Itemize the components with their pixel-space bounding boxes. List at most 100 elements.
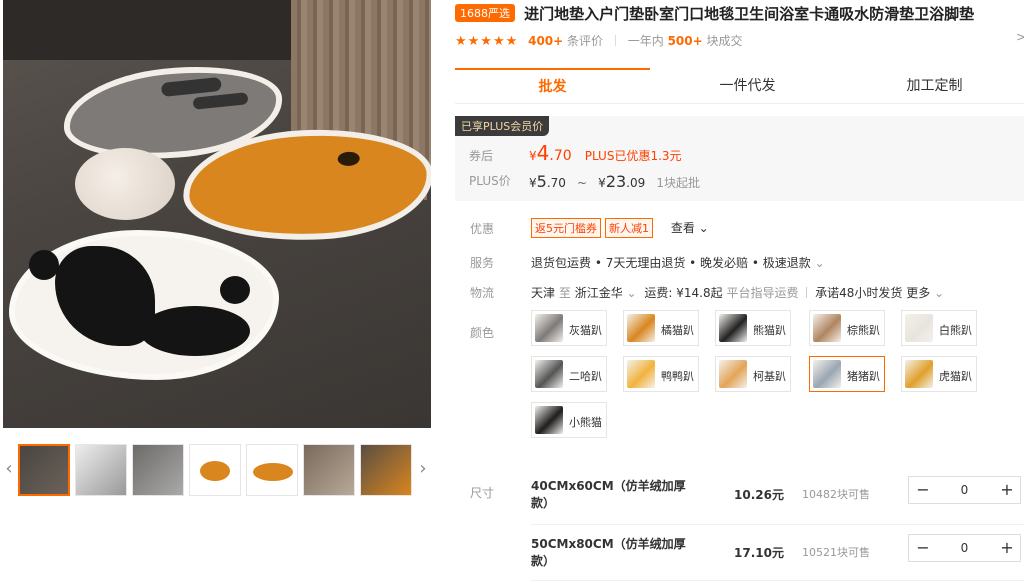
color-option-label: 橘猫趴 xyxy=(661,324,694,337)
plus-price-range: ¥5.70 ~ ¥23.09 1块起批 xyxy=(529,172,700,191)
thumbnail-strip: ‹ › xyxy=(3,444,433,496)
tab-dropship[interactable]: 一件代发 xyxy=(650,68,845,104)
sku-price: 17.10元 xyxy=(734,546,784,560)
freight-note: 平台指导运费 xyxy=(726,286,799,300)
chevron-right-icon[interactable]: › xyxy=(417,458,429,479)
after-coupon-label: 券后 xyxy=(469,149,494,163)
sku-stock: 10521块可售 xyxy=(802,546,870,559)
plus-price-label: PLUS价 xyxy=(469,174,511,188)
color-option-label: 棕熊趴 xyxy=(847,324,880,337)
strict-selection-badge: 1688严选 xyxy=(455,4,515,22)
thumbnail-5[interactable] xyxy=(246,444,298,496)
title-row: 1688严选 进门地垫入户门垫卧室门口地毯卫生间浴室卡通吸水防滑垫卫浴脚垫 xyxy=(455,3,974,23)
sold-label: 块成交 xyxy=(706,34,743,48)
offers-label: 优惠 xyxy=(470,222,495,236)
color-swatch xyxy=(813,360,841,388)
minus-button[interactable]: − xyxy=(909,477,937,503)
logistics-row: 天津 至 浙江金华 ⌄ 运费: ¥14.8起 平台指导运费 承诺48小时发货 更… xyxy=(531,286,945,300)
coupon-threshold[interactable]: 返5元门槛券 xyxy=(531,218,601,238)
more-icon[interactable]: > xyxy=(1016,30,1024,44)
plus-button[interactable]: + xyxy=(993,477,1021,503)
color-option-label: 柯基趴 xyxy=(753,370,786,383)
color-option[interactable]: 白熊趴 xyxy=(901,310,977,346)
quantity-input[interactable]: 0 xyxy=(937,477,992,503)
sku-row: 40CMx60CM（仿羊绒加厚款） 10.26元 10482块可售 − 0 + xyxy=(531,476,1024,530)
sku-stock: 10482块可售 xyxy=(802,488,870,501)
color-option-label: 灰猫趴 xyxy=(569,324,602,337)
thumbnail-7[interactable] xyxy=(360,444,412,496)
freight: 运费: ¥14.8起 xyxy=(644,286,723,300)
slipper xyxy=(75,148,175,220)
tab-custom[interactable]: 加工定制 xyxy=(845,68,1024,104)
color-swatch xyxy=(627,314,655,342)
color-option[interactable]: 猪猪趴 xyxy=(809,356,885,392)
service-row[interactable]: 退货包运费 • 7天无理由退货 • 晚发必赔 • 极速退款 ⌄ xyxy=(531,254,825,271)
color-option[interactable]: 二哈趴 xyxy=(531,356,607,392)
product-title: 进门地垫入户门垫卧室门口地毯卫生间浴室卡通吸水防滑垫卫浴脚垫 xyxy=(524,5,975,23)
tab-wholesale[interactable]: 批发 xyxy=(455,68,650,104)
chevron-down-icon[interactable]: ⌄ xyxy=(815,256,825,270)
price-box: 已享PLUS会员价 券后 ¥4.70 PLUS已优惠1.3元 PLUS价 ¥5.… xyxy=(455,116,1024,201)
service-label: 服务 xyxy=(470,256,495,270)
sold-count: 500+ xyxy=(667,34,703,48)
color-swatch xyxy=(905,360,933,388)
color-option[interactable]: 熊猫趴 xyxy=(715,310,791,346)
color-option[interactable]: 橘猫趴 xyxy=(623,310,699,346)
chevron-down-icon: ⌄ xyxy=(934,286,945,300)
color-swatch xyxy=(813,314,841,342)
chevron-down-icon: ⌄ xyxy=(626,286,637,300)
color-option-label: 猪猪趴 xyxy=(847,370,880,383)
color-option[interactable]: 鸭鸭趴 xyxy=(623,356,699,392)
coupon-newcomer[interactable]: 新人减1 xyxy=(605,218,653,238)
thumbnail-4[interactable] xyxy=(189,444,241,496)
plus-discount-note: PLUS已优惠1.3元 xyxy=(584,149,682,163)
color-swatch xyxy=(535,314,563,342)
plus-member-tag: 已享PLUS会员价 xyxy=(455,116,550,136)
thumbnail-6[interactable] xyxy=(303,444,355,496)
color-swatch xyxy=(905,314,933,342)
quantity-input[interactable]: 0 xyxy=(937,535,992,561)
quantity-stepper: − 0 + xyxy=(908,534,1021,562)
purchase-tabs: 批发 一件代发 加工定制 xyxy=(455,68,1024,104)
panda-mat xyxy=(9,230,279,380)
min-order: 1块起批 xyxy=(656,176,700,190)
color-option[interactable]: 小熊猫 xyxy=(531,402,607,438)
color-swatch xyxy=(627,360,655,388)
review-count[interactable]: 400+ xyxy=(528,34,563,48)
review-label[interactable]: 条评价 xyxy=(567,34,603,48)
rating-stars-icon: ★★★★★ xyxy=(455,34,519,49)
minus-button[interactable]: − xyxy=(909,535,937,561)
color-option-label: 虎猫趴 xyxy=(939,370,972,383)
color-swatch xyxy=(719,314,747,342)
color-option-label: 二哈趴 xyxy=(569,370,602,383)
logistics-label: 物流 xyxy=(470,286,495,300)
thumbnail-2[interactable] xyxy=(75,444,127,496)
sku-name: 50CMx80CM（仿羊绒加厚款） xyxy=(531,537,686,568)
sku-price: 10.26元 xyxy=(734,488,784,502)
offers-row: 返5元门槛券 新人减1 查看 ⌄ xyxy=(531,218,709,238)
color-option[interactable]: 柯基趴 xyxy=(715,356,791,392)
product-page: ‹ › 1688严选 进门地垫入户门垫卧室门口地毯卫生间浴室卡通吸水防滑垫卫浴脚… xyxy=(0,0,1024,588)
view-offers-link[interactable]: 查看 ⌄ xyxy=(671,221,709,235)
color-swatch xyxy=(535,406,563,434)
chevron-left-icon[interactable]: ‹ xyxy=(3,458,15,479)
more-logistics[interactable]: 更多 ⌄ xyxy=(906,286,944,300)
thumbnail-3[interactable] xyxy=(132,444,184,496)
plus-button[interactable]: + xyxy=(993,535,1021,561)
color-option[interactable]: 虎猫趴 xyxy=(901,356,977,392)
ship-from: 天津 xyxy=(531,286,556,300)
color-option-label: 鸭鸭趴 xyxy=(661,370,694,383)
ship-to-select[interactable]: 浙江金华 ⌄ xyxy=(575,286,637,300)
color-option[interactable]: 灰猫趴 xyxy=(531,310,607,346)
color-option[interactable]: 棕熊趴 xyxy=(809,310,885,346)
rating-row: ★★★★★ 400+ 条评价 一年内 500+ 块成交 xyxy=(455,32,743,49)
color-option-label: 熊猫趴 xyxy=(753,324,786,337)
after-coupon-price: ¥4.70 PLUS已优惠1.3元 xyxy=(529,141,682,165)
main-product-image[interactable] xyxy=(3,0,431,428)
chevron-down-icon: ⌄ xyxy=(698,221,709,235)
color-option-label: 白熊趴 xyxy=(939,324,972,337)
size-label: 尺寸 xyxy=(470,486,495,500)
thumbnail-1[interactable] xyxy=(18,444,70,496)
sold-prefix: 一年内 xyxy=(627,34,664,48)
quantity-stepper: − 0 + xyxy=(908,476,1021,504)
